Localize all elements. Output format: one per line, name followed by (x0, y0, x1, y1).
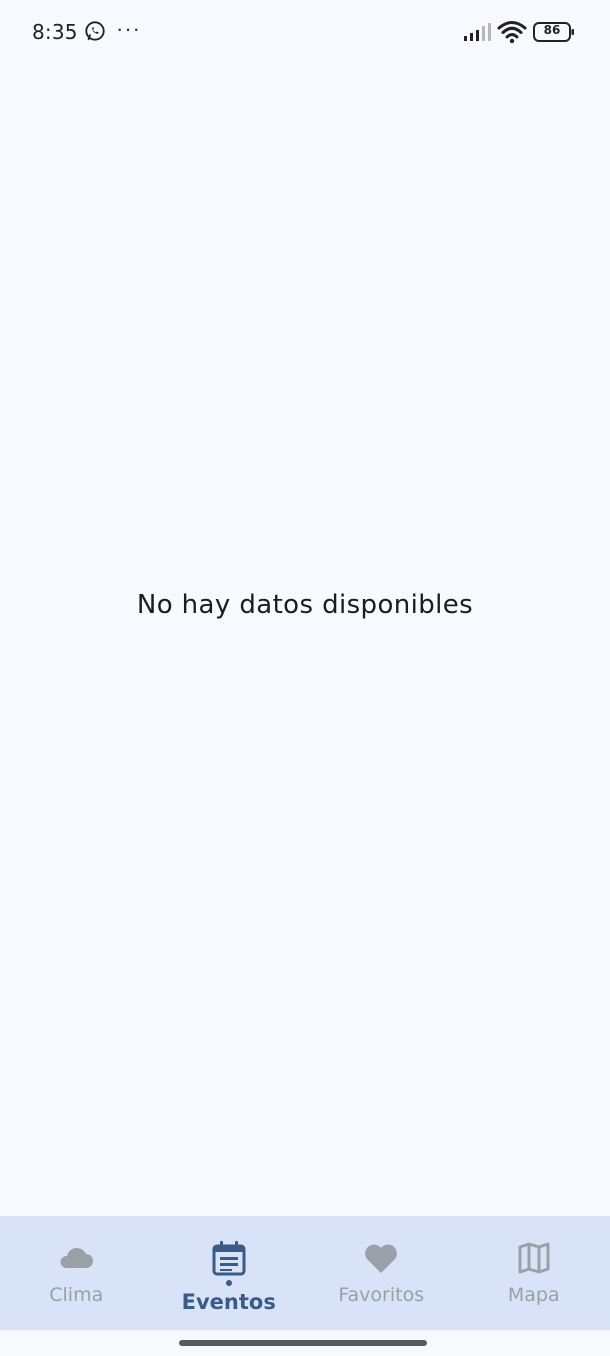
status-time: 8:35 (32, 20, 78, 44)
cloud-icon (56, 1238, 96, 1278)
wifi-icon (497, 21, 527, 44)
battery-level: 86 (543, 23, 561, 37)
heart-icon (361, 1238, 401, 1278)
nav-label-mapa: Mapa (507, 1284, 560, 1306)
nav-item-mapa[interactable]: Mapa (458, 1216, 610, 1330)
nav-label-eventos: Eventos (181, 1290, 276, 1314)
bottom-navigation: Clima Eventos Favoritos Mapa (0, 1216, 610, 1330)
gesture-bar-area (0, 1330, 610, 1356)
status-bar: 8:35 ··· 86 (0, 0, 610, 64)
more-notifications-icon: ··· (116, 16, 141, 41)
active-indicator-dot (225, 1280, 232, 1286)
nav-item-clima[interactable]: Clima (0, 1216, 153, 1330)
nav-label-clima: Clima (49, 1284, 104, 1306)
nav-item-favoritos[interactable]: Favoritos (305, 1216, 458, 1330)
home-indicator[interactable] (179, 1340, 427, 1346)
nav-item-eventos[interactable]: Eventos (153, 1216, 306, 1330)
nav-label-favoritos: Favoritos (338, 1284, 425, 1306)
map-icon (514, 1238, 554, 1278)
signal-icon (464, 23, 491, 41)
calendar-icon (209, 1238, 249, 1278)
empty-state-message: No hay datos disponibles (136, 590, 474, 620)
whatsapp-icon (85, 21, 105, 41)
main-content: No hay datos disponibles (0, 64, 610, 1216)
